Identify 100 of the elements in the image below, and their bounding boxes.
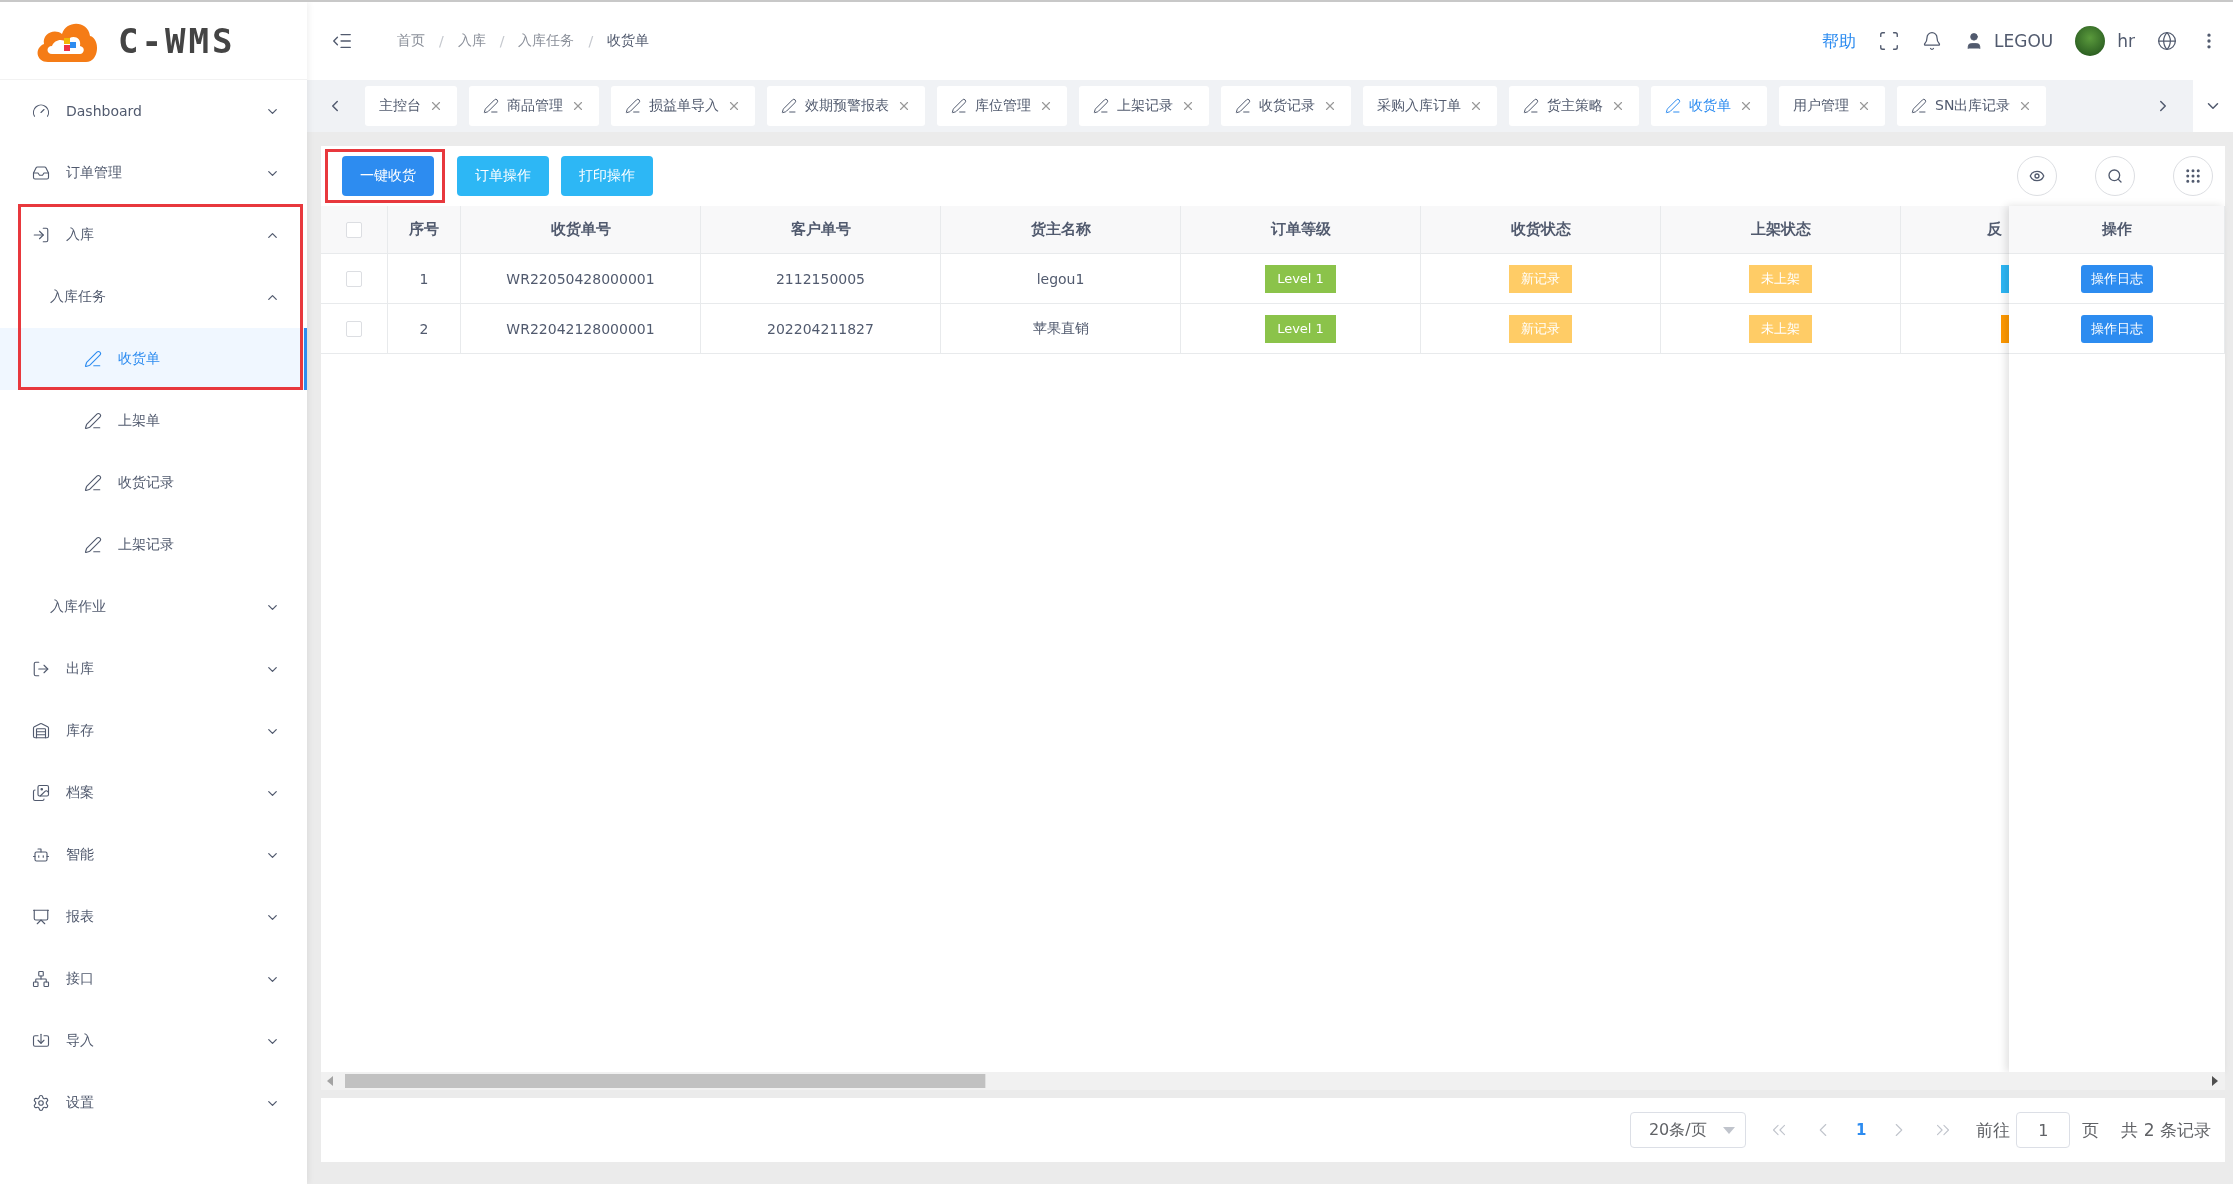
pen-icon [84,350,102,368]
page-tab[interactable]: 损益单导入 [611,86,755,126]
sidebar-item[interactable]: 上架单 [0,390,307,452]
page-tab[interactable]: 库位管理 [937,86,1067,126]
breadcrumb-item: 收货单 [607,32,650,50]
column-header: 上架状态 [1661,206,1901,254]
menu-icon [32,722,50,740]
page-size-select[interactable]: 20条/页 [1629,1112,1746,1148]
close-icon[interactable] [727,99,741,113]
menu-icon [32,102,50,120]
fullscreen-icon[interactable] [1878,30,1900,52]
page-tab[interactable]: SN出库记录 [1897,86,2047,126]
close-icon[interactable] [429,99,443,113]
close-icon[interactable] [1469,99,1483,113]
sidebar-item[interactable]: 上架记录 [0,514,307,576]
table-cell: 1 [388,254,461,304]
help-link[interactable]: 帮助 [1822,29,1856,53]
sidebar-item[interactable]: 接口 [0,948,307,1010]
breadcrumb-separator: / [499,33,505,49]
search-button[interactable] [2095,156,2135,196]
sidebar-item[interactable]: 报表 [0,886,307,948]
table-cell: 2 [388,304,461,354]
menu-icon [32,164,50,182]
close-icon[interactable] [571,99,585,113]
table-cell: WR22042128000001 [461,304,701,354]
pen-icon [84,474,102,492]
sidebar-item[interactable]: 档案 [0,762,307,824]
status-tag: 未上架 [1749,314,1812,343]
column-header: 反 [1901,206,2009,254]
column-header: 货主名称 [941,206,1181,254]
language-icon[interactable] [2157,31,2177,51]
total-records: 共 2 条记录 [2121,1118,2211,1142]
checkbox[interactable] [346,320,362,337]
eye-icon [2029,168,2045,184]
notification-icon[interactable] [1922,31,1942,51]
menu-icon [32,660,50,678]
column-header: 操作 [2009,206,2225,254]
status-tag: Level 1 [1265,264,1336,293]
menu-icon [32,846,50,864]
page-tab[interactable]: 用户管理 [1779,86,1885,126]
page-tab[interactable]: 主控台 [365,86,457,126]
sidebar-item[interactable]: 收货记录 [0,452,307,514]
sidebar-item[interactable]: 设置 [0,1072,307,1134]
status-tag: 未上架 [1749,264,1812,293]
sidebar-item[interactable]: 智能 [0,824,307,886]
visibility-button[interactable] [2017,156,2057,196]
grid-icon [2184,167,2202,185]
menu-icon [32,970,50,988]
column-header: 客户单号 [701,206,941,254]
goto-label: 前往 [1976,1118,2011,1142]
grid-menu-button[interactable] [2173,156,2213,196]
user-name[interactable]: LEGOU [1994,31,2054,51]
sidebar-item[interactable]: 出库 [0,638,307,700]
close-icon[interactable] [1611,99,1625,113]
search-icon [2107,168,2123,184]
menu-icon [32,1032,50,1050]
avatar [2075,26,2106,56]
page-tab[interactable]: 收货单 [1651,86,1767,126]
checkbox[interactable] [346,270,362,287]
sidebar-item[interactable]: 入库作业 [0,576,307,638]
account-name[interactable]: hr [2117,31,2135,51]
sidebar-item[interactable]: Dashboard [0,80,307,142]
column-header: 收货状态 [1421,206,1661,254]
pen-icon [84,412,102,430]
menu-icon [32,908,50,926]
page-unit-label: 页 [2082,1118,2100,1142]
close-icon[interactable] [1323,99,1337,113]
page-tab[interactable]: 效期预警报表 [767,86,925,126]
horizontal-scrollbar[interactable] [321,1072,2225,1090]
sidebar-item[interactable]: 入库 [0,204,307,266]
page-tab[interactable]: 采购入库订单 [1363,86,1497,126]
sidebar-item[interactable]: 库存 [0,700,307,762]
sidebar-item[interactable]: 入库任务 [0,266,307,328]
table-cell: 2112150005 [701,254,941,304]
table-cell: 202204211827 [701,304,941,354]
page-tab[interactable]: 货主策略 [1509,86,1639,126]
close-icon[interactable] [1739,99,1753,113]
sidebar-item[interactable]: 导入 [0,1010,307,1072]
table-cell: WR22050428000001 [461,254,701,304]
sidebar-item[interactable]: 订单管理 [0,142,307,204]
status-tag: Level 1 [1265,314,1336,343]
pen-icon [84,536,102,554]
menu-icon [32,1094,50,1112]
checkbox[interactable] [346,221,362,238]
column-header: 订单等级 [1181,206,1421,254]
breadcrumb-separator: / [588,33,594,49]
close-icon[interactable] [1857,99,1871,113]
close-icon[interactable] [897,99,911,113]
table-cell: legou1 [941,254,1181,304]
table-cell: 苹果直销 [941,304,1181,354]
menu-icon [32,784,50,802]
logo-text: C-WMS [118,20,236,61]
close-icon[interactable] [1039,99,1053,113]
goto-page-field[interactable]: 1 [2016,1112,2071,1148]
menu-icon [32,226,50,244]
status-tag: 新记录 [1509,264,1572,293]
page-tab[interactable]: 上架记录 [1079,86,1209,126]
page-tab[interactable]: 商品管理 [469,86,599,126]
page-tab[interactable]: 收货记录 [1221,86,1351,126]
close-icon[interactable] [1181,99,1195,113]
